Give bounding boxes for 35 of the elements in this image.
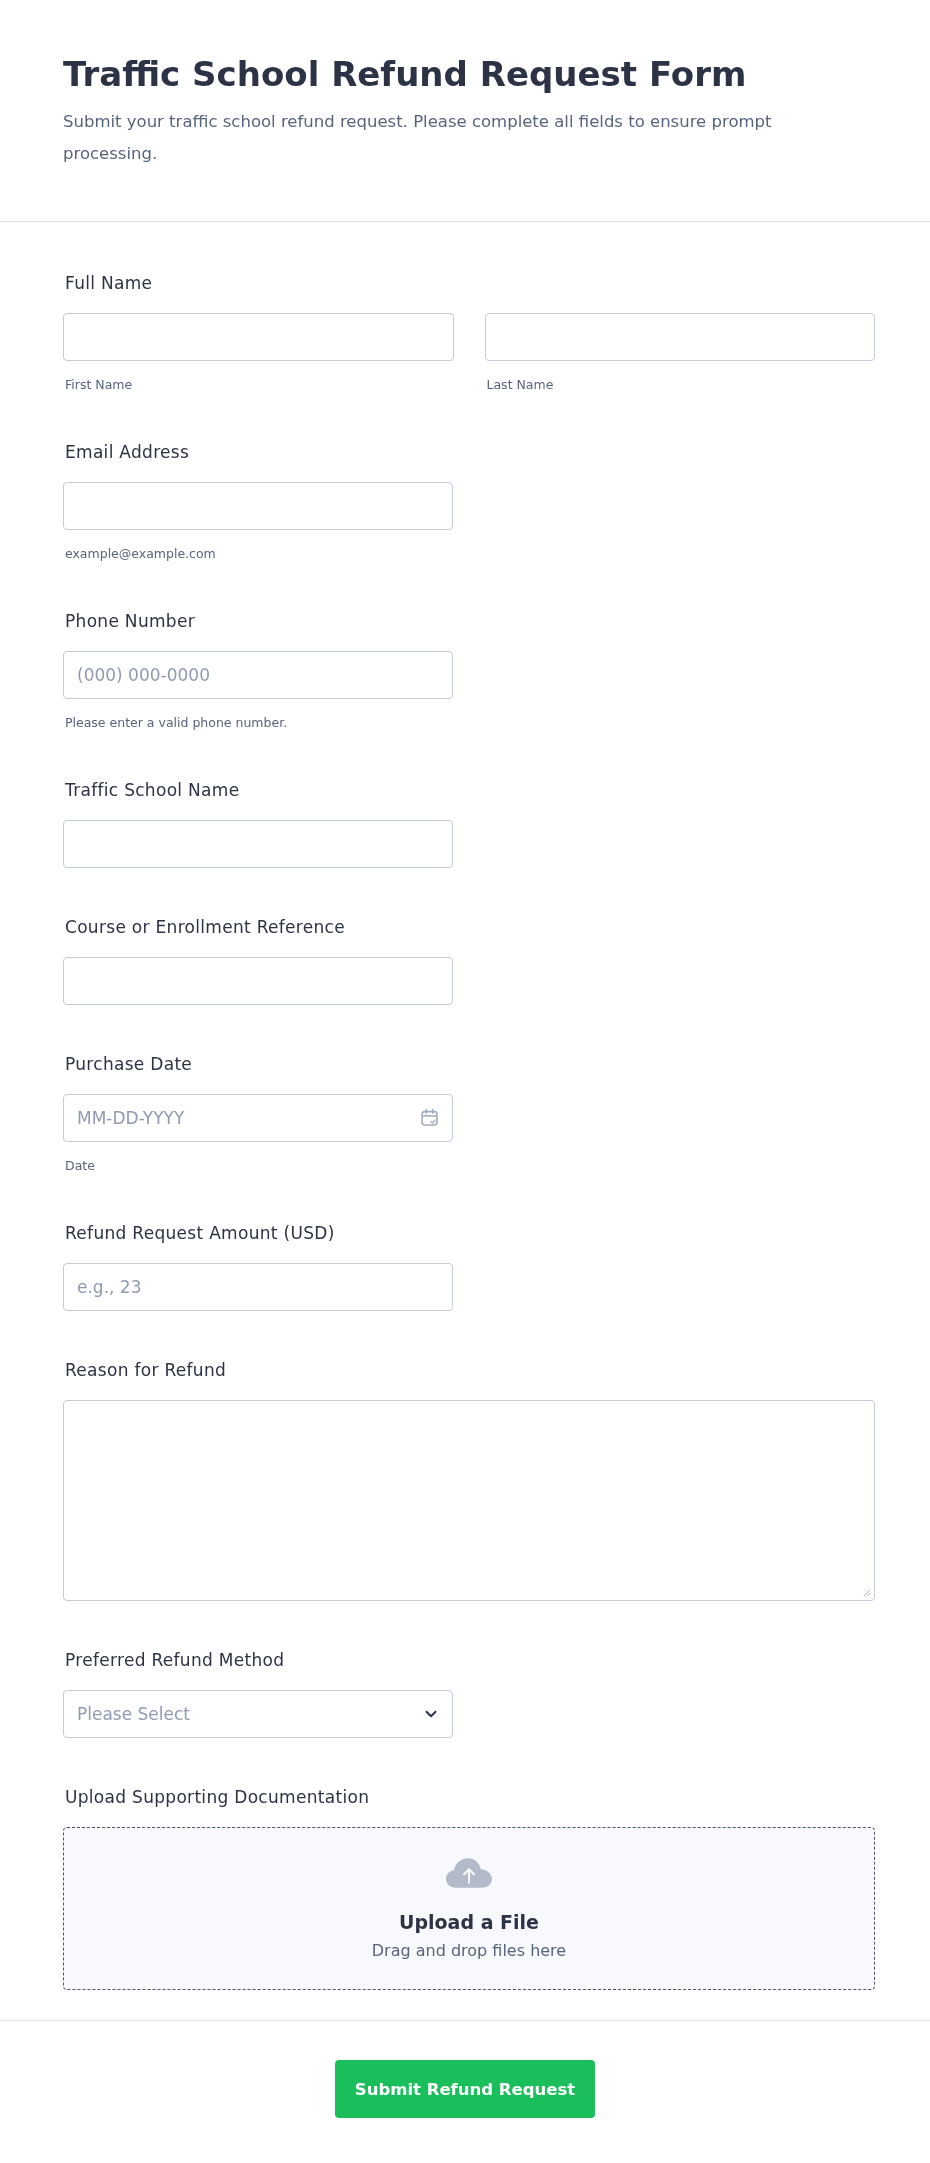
- field-hint: Last Name: [486, 377, 554, 393]
- field-label: Full Name: [65, 272, 153, 294]
- form-title: Traffic School Refund Request Form: [63, 53, 747, 96]
- field-hint: example@example.com: [65, 546, 216, 562]
- field-label: Purchase Date: [65, 1053, 193, 1075]
- date-input[interactable]: MM-DD-YYYY: [63, 1094, 453, 1142]
- field-label: Email Address: [65, 441, 190, 463]
- field-label: Preferred Refund Method: [65, 1649, 285, 1671]
- text-input[interactable]: (000) 000-0000: [63, 651, 453, 699]
- field-label: Reason for Refund: [65, 1359, 227, 1381]
- chevron-down-icon: [425, 1710, 437, 1718]
- field-label: Course or Enrollment Reference: [65, 916, 345, 938]
- field-label: Refund Request Amount (USD): [65, 1222, 335, 1244]
- upload-title: Upload a File: [399, 1910, 539, 1934]
- resize-handle-icon: [863, 1589, 871, 1597]
- field-hint: First Name: [65, 377, 133, 393]
- name-input[interactable]: [63, 313, 454, 361]
- field-label: Upload Supporting Documentation: [65, 1786, 370, 1808]
- dropdown-select[interactable]: Please Select: [63, 1690, 453, 1738]
- text-input[interactable]: [63, 957, 453, 1005]
- text-input[interactable]: [63, 820, 453, 868]
- file-drop-zone[interactable]: Upload a File Drag and drop files here: [63, 1827, 875, 1990]
- field-hint: Please enter a valid phone number.: [65, 715, 288, 731]
- name-input[interactable]: [484, 313, 875, 361]
- submit-button[interactable]: Submit Refund Request: [334, 2060, 596, 2118]
- form-description: Submit your traffic school refund request. Please complete all fields to ensure prompt processing.: [63, 111, 773, 165]
- upload-hint: Drag and drop files here: [371, 1941, 567, 1961]
- field-label: Traffic School Name: [65, 779, 240, 801]
- calendar-icon: [421, 1109, 438, 1126]
- text-input[interactable]: [63, 482, 453, 530]
- field-label: Phone Number: [65, 610, 195, 632]
- cloud-upload-icon: [445, 1858, 493, 1888]
- text-area[interactable]: [63, 1400, 875, 1601]
- text-input[interactable]: e.g., 23: [63, 1263, 453, 1311]
- field-hint: Date: [65, 1158, 95, 1174]
